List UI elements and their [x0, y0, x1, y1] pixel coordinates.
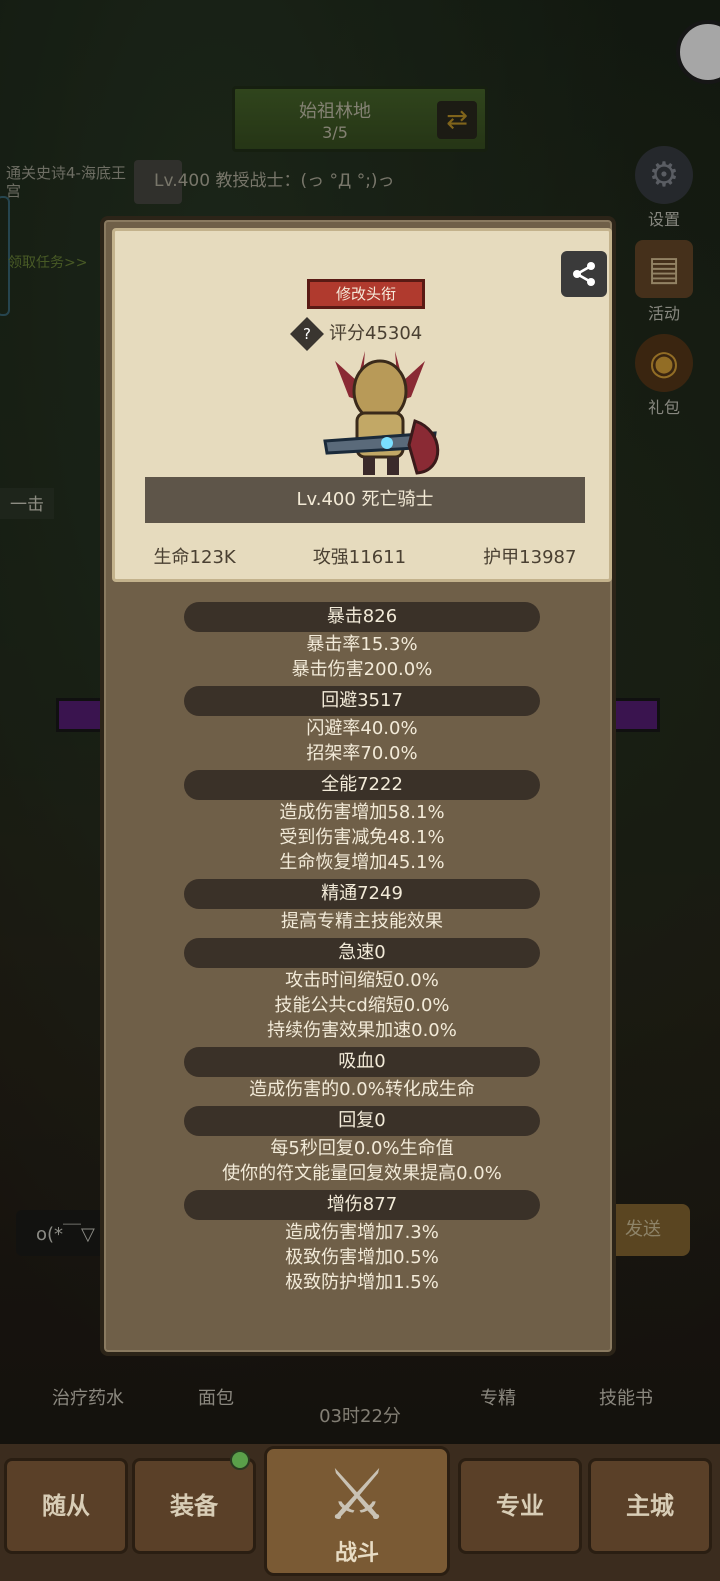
stat-group-header: 回避3517 — [184, 686, 540, 716]
stat-detail-line: 攻击时间缩短0.0% — [285, 970, 439, 991]
stat-detail-line: 造成伤害的0.0%转化成生命 — [249, 1079, 475, 1100]
stat-detail-line: 招架率70.0% — [306, 743, 418, 764]
profile-card: 修改头衔 ? 评分45304 Lv.400 死亡骑士 生命123K 攻强11611… — [112, 228, 612, 582]
share-icon[interactable] — [561, 251, 607, 297]
nav-profession[interactable]: 专业 — [458, 1458, 582, 1554]
notification-dot — [230, 1450, 250, 1470]
stat-detail-line: 使你的符文能量回复效果提高0.0% — [222, 1163, 502, 1184]
stat-detail-line: 暴击伤害200.0% — [291, 659, 433, 680]
nav-followers[interactable]: 随从 — [4, 1458, 128, 1554]
hp-stat: 生命123K — [153, 547, 236, 568]
stat-detail-line: 极致伤害增加0.5% — [285, 1247, 439, 1268]
nav-battle[interactable]: ⚔ 战斗 — [264, 1446, 450, 1576]
nav-main-city[interactable]: 主城 — [588, 1458, 712, 1554]
stat-detail-line: 极致防护增加1.5% — [285, 1272, 439, 1293]
stat-group-header: 增伤877 — [184, 1190, 540, 1220]
stat-detail-line: 生命恢复增加45.1% — [279, 852, 445, 873]
stat-detail-line: 闪避率40.0% — [306, 718, 418, 739]
stat-detail-line: 暴击率15.3% — [306, 634, 418, 655]
core-stats: 生命123K 攻强11611 护甲13987 — [115, 543, 615, 569]
nav-equipment[interactable]: 装备 — [132, 1458, 256, 1554]
stat-detail-line: 每5秒回复0.0%生命值 — [270, 1138, 454, 1159]
stat-group-header: 全能7222 — [184, 770, 540, 800]
death-knight-portrait — [323, 351, 440, 475]
attack-stat: 攻强11611 — [312, 547, 407, 568]
edit-title-button[interactable]: 修改头衔 — [307, 279, 425, 309]
stat-group-header: 精通7249 — [184, 879, 540, 909]
stat-group-header: 回复0 — [184, 1106, 540, 1136]
stat-detail-line: 技能公共cd缩短0.0% — [274, 995, 450, 1016]
stat-groups: 暴击826 暴击率15.3% 暴击伤害200.0% 回避3517 闪避率40.0% 招架率… — [104, 598, 620, 1295]
nav-battle-label: 战斗 — [334, 1541, 379, 1566]
stat-detail-line: 提高专精主技能效果 — [281, 911, 443, 932]
character-stats-modal: 修改头衔 ? 评分45304 Lv.400 死亡骑士 生命123K 攻强11611… — [100, 216, 616, 1356]
crossed-swords-icon: ⚔ — [325, 1454, 389, 1536]
stat-detail-line: 造成伤害增加58.1% — [279, 802, 445, 823]
stat-group-header: 暴击826 — [184, 602, 540, 632]
stat-detail-line: 受到伤害减免48.1% — [279, 827, 445, 848]
stat-detail-line: 持续伤害效果加速0.0% — [267, 1020, 457, 1041]
stat-group-header: 吸血0 — [184, 1047, 540, 1077]
hero-name-bar: Lv.400 死亡骑士 — [145, 477, 585, 523]
stat-group-header: 急速0 — [184, 938, 540, 968]
armor-stat: 护甲13987 — [483, 547, 577, 568]
stat-detail-line: 造成伤害增加7.3% — [285, 1222, 439, 1243]
